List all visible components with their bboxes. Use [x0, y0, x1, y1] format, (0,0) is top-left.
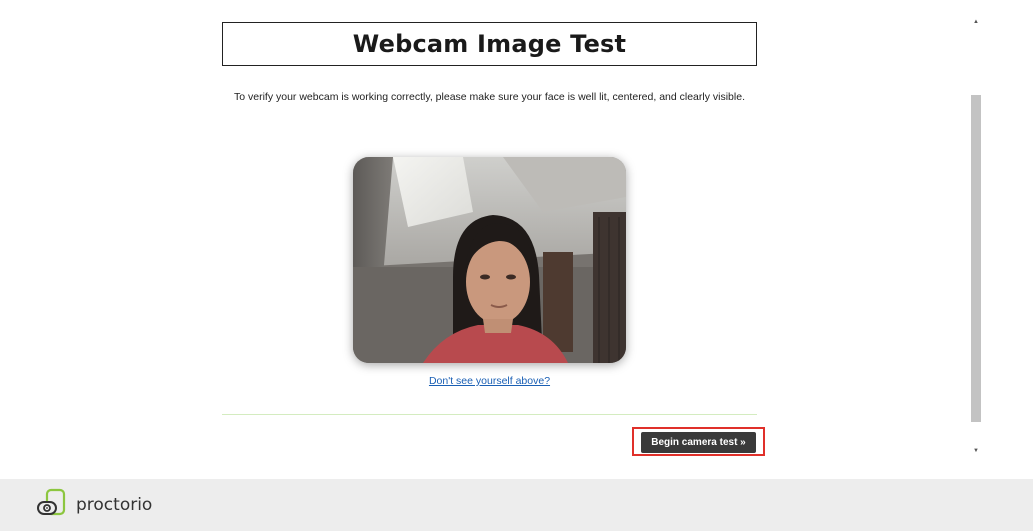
page-title: Webcam Image Test: [352, 30, 627, 58]
dont-see-yourself-link[interactable]: Don't see yourself above?: [353, 375, 626, 387]
title-box: Webcam Image Test: [222, 22, 757, 66]
scroll-down-icon[interactable]: ▼: [969, 444, 983, 458]
webcam-image: [353, 157, 626, 363]
proctorio-logo-icon: [37, 488, 66, 516]
footer-spacer: [0, 463, 1033, 479]
footer: proctorio: [0, 479, 1033, 531]
scroll-thumb[interactable]: [971, 95, 981, 422]
divider: [222, 414, 757, 415]
scroll-up-icon[interactable]: ▲: [969, 15, 983, 29]
proctorio-logo: proctorio: [36, 488, 152, 522]
vertical-scrollbar[interactable]: ▲ ▼: [969, 15, 983, 458]
begin-camera-test-button[interactable]: Begin camera test »: [641, 432, 756, 453]
main-content: Webcam Image Test To verify your webcam …: [0, 0, 1033, 463]
webcam-preview: [353, 157, 626, 363]
instructions-text: To verify your webcam is working correct…: [233, 91, 745, 103]
brand-name: proctorio: [76, 495, 153, 515]
